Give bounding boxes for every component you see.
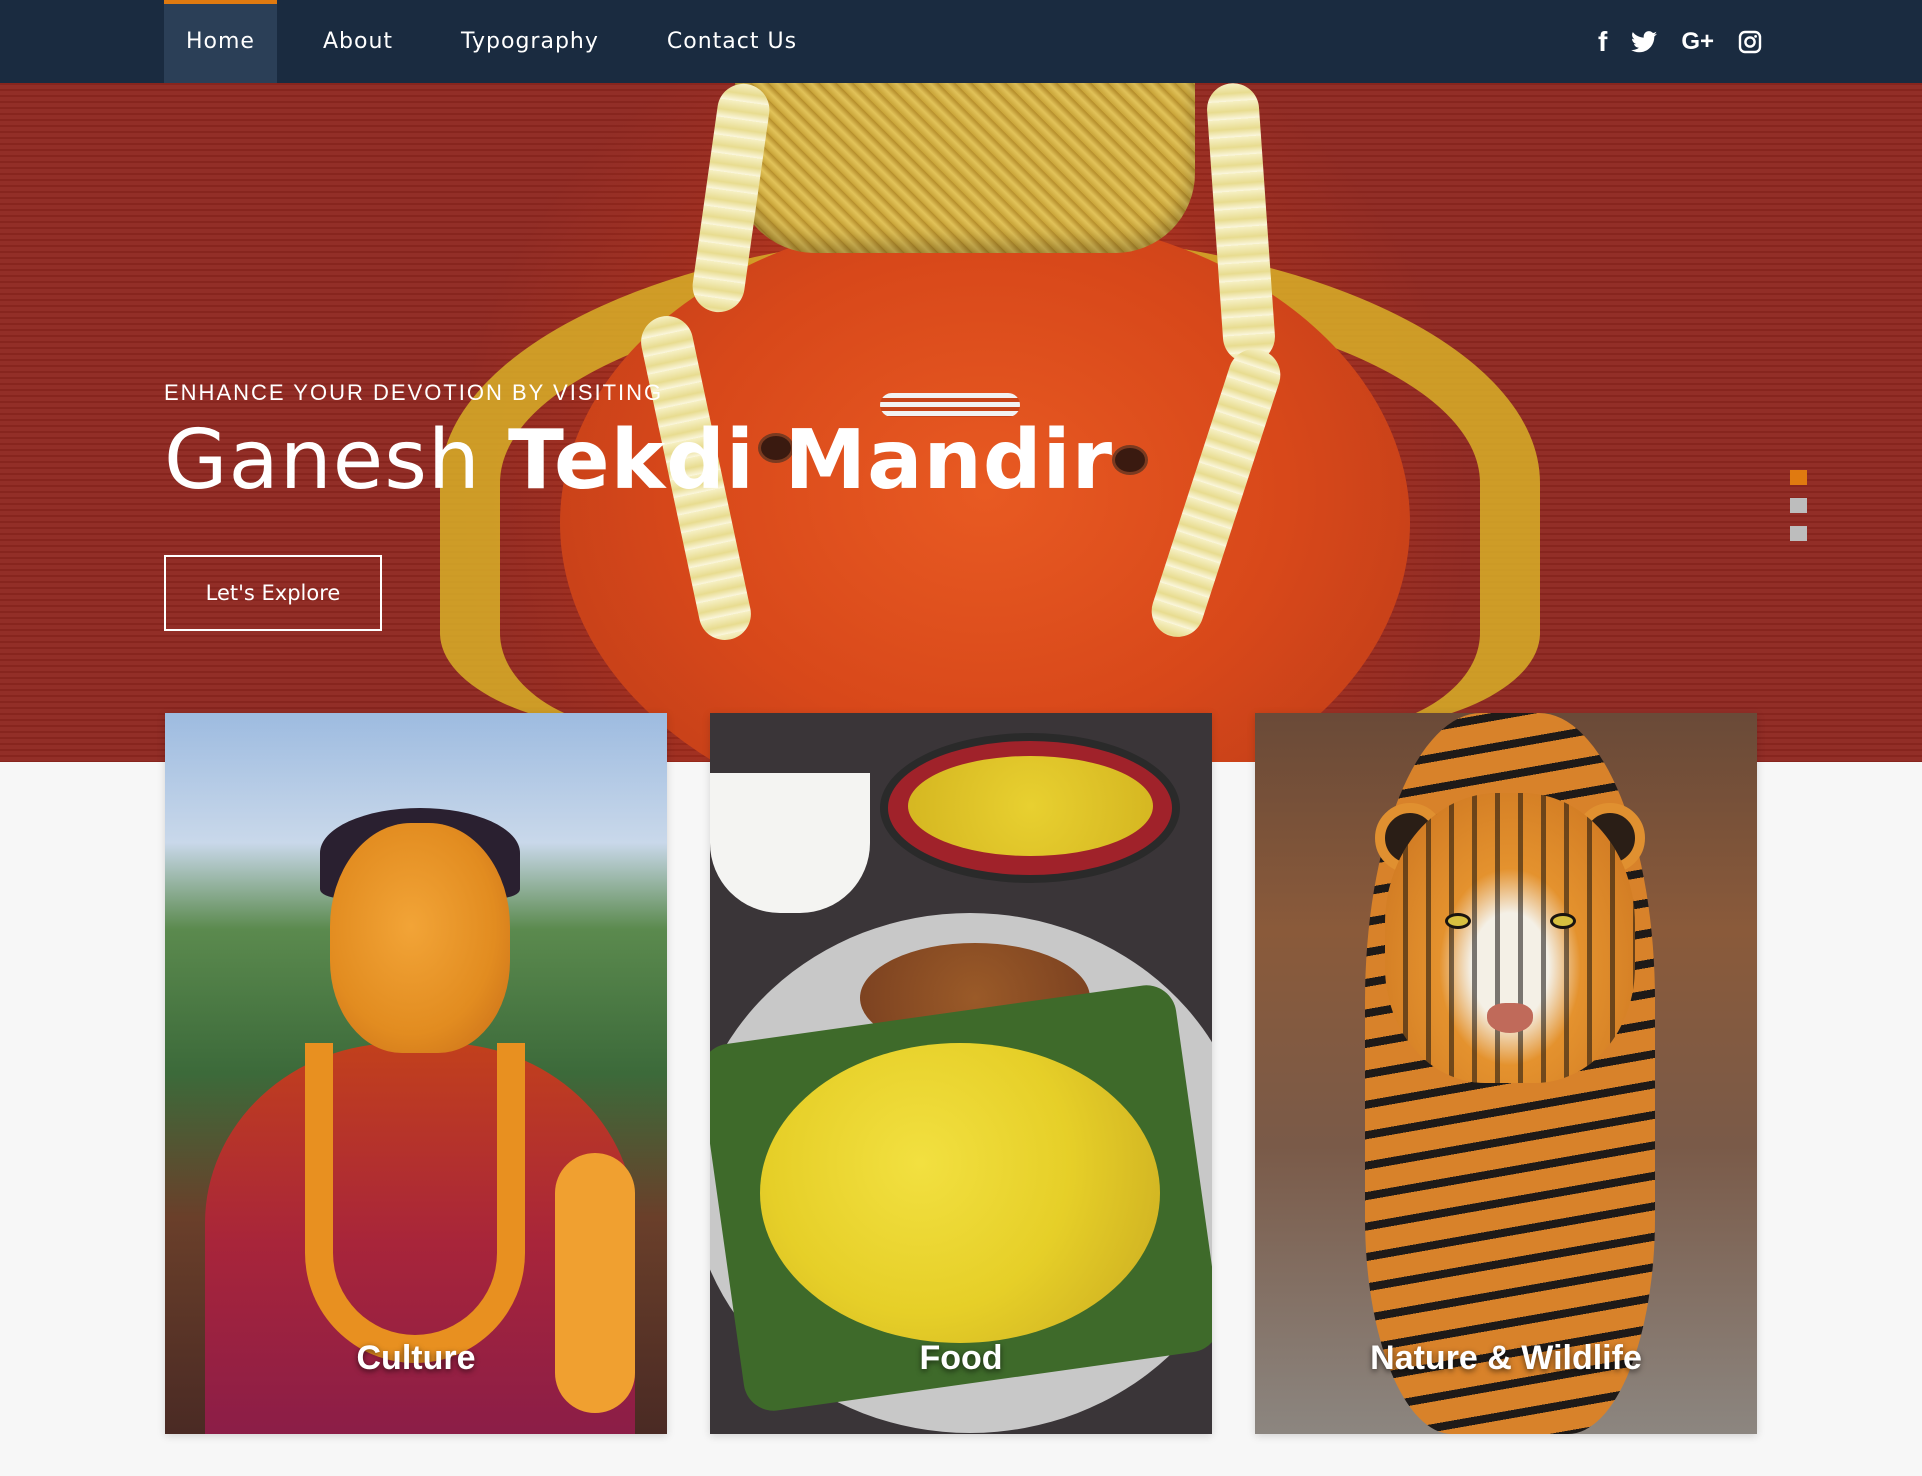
hero-image-right-eye <box>1112 445 1148 475</box>
food-image-poha <box>760 1043 1160 1343</box>
nature-image-tiger-right-eye <box>1550 913 1576 929</box>
slider-dot-3[interactable] <box>1790 526 1807 541</box>
nature-image-tiger-nose <box>1487 1003 1533 1033</box>
slider-dots <box>1790 470 1807 554</box>
food-image-bowl <box>710 773 870 913</box>
explore-button[interactable]: Let's Explore <box>164 555 382 631</box>
nav-item-home[interactable]: Home <box>164 0 277 83</box>
slider-dot-1[interactable] <box>1790 470 1807 485</box>
hero-title: Ganesh Tekdi Mandir <box>164 413 1113 508</box>
nav-item-typography[interactable]: Typography <box>439 0 621 83</box>
twitter-icon[interactable] <box>1631 30 1658 53</box>
card-food[interactable]: Food <box>710 713 1212 1434</box>
top-navbar: Home About Typography Contact Us f G+ <box>0 0 1922 83</box>
google-plus-icon[interactable]: G+ <box>1681 28 1714 56</box>
hero-title-bold: Tekdi Mandir <box>507 413 1114 508</box>
hero-title-light: Ganesh <box>164 413 481 508</box>
nav-item-about[interactable]: About <box>301 0 415 83</box>
card-label-culture: Culture <box>356 1339 476 1377</box>
card-label-food: Food <box>919 1339 1003 1377</box>
card-culture[interactable]: Culture <box>165 713 667 1434</box>
hero-banner: ENHANCE YOUR DEVOTION BY VISITING Ganesh… <box>0 83 1922 762</box>
culture-image-head <box>330 823 510 1053</box>
nature-image-tiger-stripes <box>1385 793 1635 1083</box>
main-menu: Home About Typography Contact Us <box>164 0 819 83</box>
card-nature-wildlife[interactable]: Nature & Wildlife <box>1255 713 1757 1434</box>
facebook-icon[interactable]: f <box>1598 26 1607 58</box>
instagram-icon[interactable] <box>1738 30 1762 54</box>
hero-image-crown <box>735 83 1195 253</box>
culture-image-garland <box>305 1043 525 1363</box>
food-image-pan-poha <box>908 756 1153 856</box>
nav-item-contact-us[interactable]: Contact Us <box>645 0 819 83</box>
slider-dot-2[interactable] <box>1790 498 1807 513</box>
hero-subtitle: ENHANCE YOUR DEVOTION BY VISITING <box>164 380 664 405</box>
nature-image-tiger-left-eye <box>1445 913 1471 929</box>
card-label-nature-wildlife: Nature & Wildlife <box>1370 1339 1642 1377</box>
social-links: f G+ <box>1574 0 1762 83</box>
food-image-pan <box>880 733 1180 883</box>
